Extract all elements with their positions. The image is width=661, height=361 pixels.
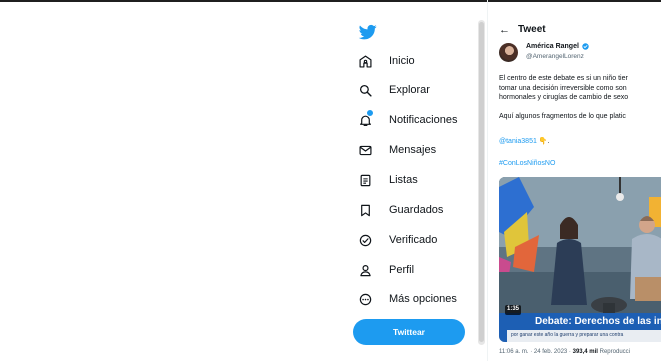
sidebar-item-label: Verificado	[389, 234, 438, 246]
tweet-text-line: hormonales y cirugías de cambio de sexo	[499, 94, 629, 102]
tweet-text-line: Aquí algunos fragmentos de lo que platic	[499, 113, 626, 121]
sidebar-item-label: Guardados	[389, 204, 444, 216]
tweet-text-line: tomar una decisión irreversible como son	[499, 84, 627, 92]
sidebar-item-verificado[interactable]: Verificado	[358, 229, 437, 251]
verified-badge-icon	[582, 43, 589, 50]
views-label: Reproducci	[597, 349, 630, 355]
video-banner-text: Debate: Derechos de las infa	[535, 316, 661, 327]
back-arrow-icon[interactable]: ←	[499, 24, 510, 36]
bookmark-icon	[358, 203, 373, 218]
page-title: Tweet	[518, 24, 546, 35]
avatar[interactable]	[499, 43, 518, 62]
sidebar-item-mensajes[interactable]: Mensajes	[358, 139, 436, 161]
sidebar-nav: Inicio Explorar Notificaciones Mensajes …	[345, 20, 475, 361]
sidebar-item-listas[interactable]: Listas	[358, 169, 418, 191]
mention-suffix: 👇.	[536, 138, 550, 145]
sidebar-item-label: Notificaciones	[389, 114, 458, 126]
mention-link[interactable]: @tania3851	[499, 138, 537, 145]
sidebar-item-label: Inicio	[389, 55, 415, 67]
views-count: 393,4 mil	[572, 349, 598, 355]
sidebar-item-explorar[interactable]: Explorar	[358, 79, 430, 101]
sidebar-item-label: Listas	[389, 174, 418, 186]
sidebar-item-label: Explorar	[389, 84, 430, 96]
envelope-icon	[358, 143, 373, 158]
video-duration: 1:35	[507, 306, 520, 312]
search-icon	[358, 83, 373, 98]
tweet-text-line: El centro de este debate es si un niño t…	[499, 75, 628, 82]
more-icon	[358, 292, 373, 307]
verified-icon	[358, 233, 373, 248]
video-ticker-text: por ganar este año la guerra y preparar …	[511, 332, 624, 338]
tweet-button[interactable]: Twittear	[353, 319, 465, 345]
author-handle[interactable]: @AmerangelLorenz	[526, 53, 584, 60]
scrollbar-thumb[interactable]	[479, 22, 484, 342]
author-name[interactable]: América Rangel	[526, 43, 589, 50]
sidebar-item-notificaciones[interactable]: Notificaciones	[358, 108, 458, 131]
sidebar-item-mas-opciones[interactable]: Más opciones	[358, 288, 457, 310]
list-icon	[358, 173, 373, 188]
bell-icon	[358, 108, 374, 128]
sidebar-item-label: Perfil	[389, 264, 415, 276]
person-icon	[358, 263, 373, 278]
notification-badge	[366, 108, 374, 117]
hashtag-link[interactable]: #ConLosNiñosNO	[499, 160, 555, 167]
twitter-logo-icon[interactable]	[358, 23, 378, 41]
sidebar-item-perfil[interactable]: Perfil	[358, 259, 414, 281]
sidebar-item-label: Mensajes	[389, 144, 437, 156]
home-icon	[358, 54, 373, 69]
author-name-text[interactable]: América Rangel	[526, 43, 579, 50]
scrollbar[interactable]	[478, 20, 485, 345]
tweet-timestamp: 11:06 a. m. · 24 feb. 2023 · 393,4 mil R…	[499, 349, 630, 355]
sidebar-item-label: Más opciones	[389, 293, 457, 305]
tweet-detail-panel: ← Tweet América Rangel @AmerangelLorenz …	[487, 0, 661, 361]
timestamp-text[interactable]: 11:06 a. m. · 24 feb. 2023 ·	[499, 349, 573, 355]
sidebar-item-guardados[interactable]: Guardados	[358, 199, 443, 221]
tweet-mention-line: @tania3851 👇.	[499, 137, 549, 145]
sidebar-item-inicio[interactable]: Inicio	[358, 50, 415, 72]
tweet-text: El centro de este debate es si un niño t…	[499, 74, 661, 122]
tweet-video[interactable]: 1:35 Debate: Derechos de las infa por ga…	[499, 177, 661, 342]
